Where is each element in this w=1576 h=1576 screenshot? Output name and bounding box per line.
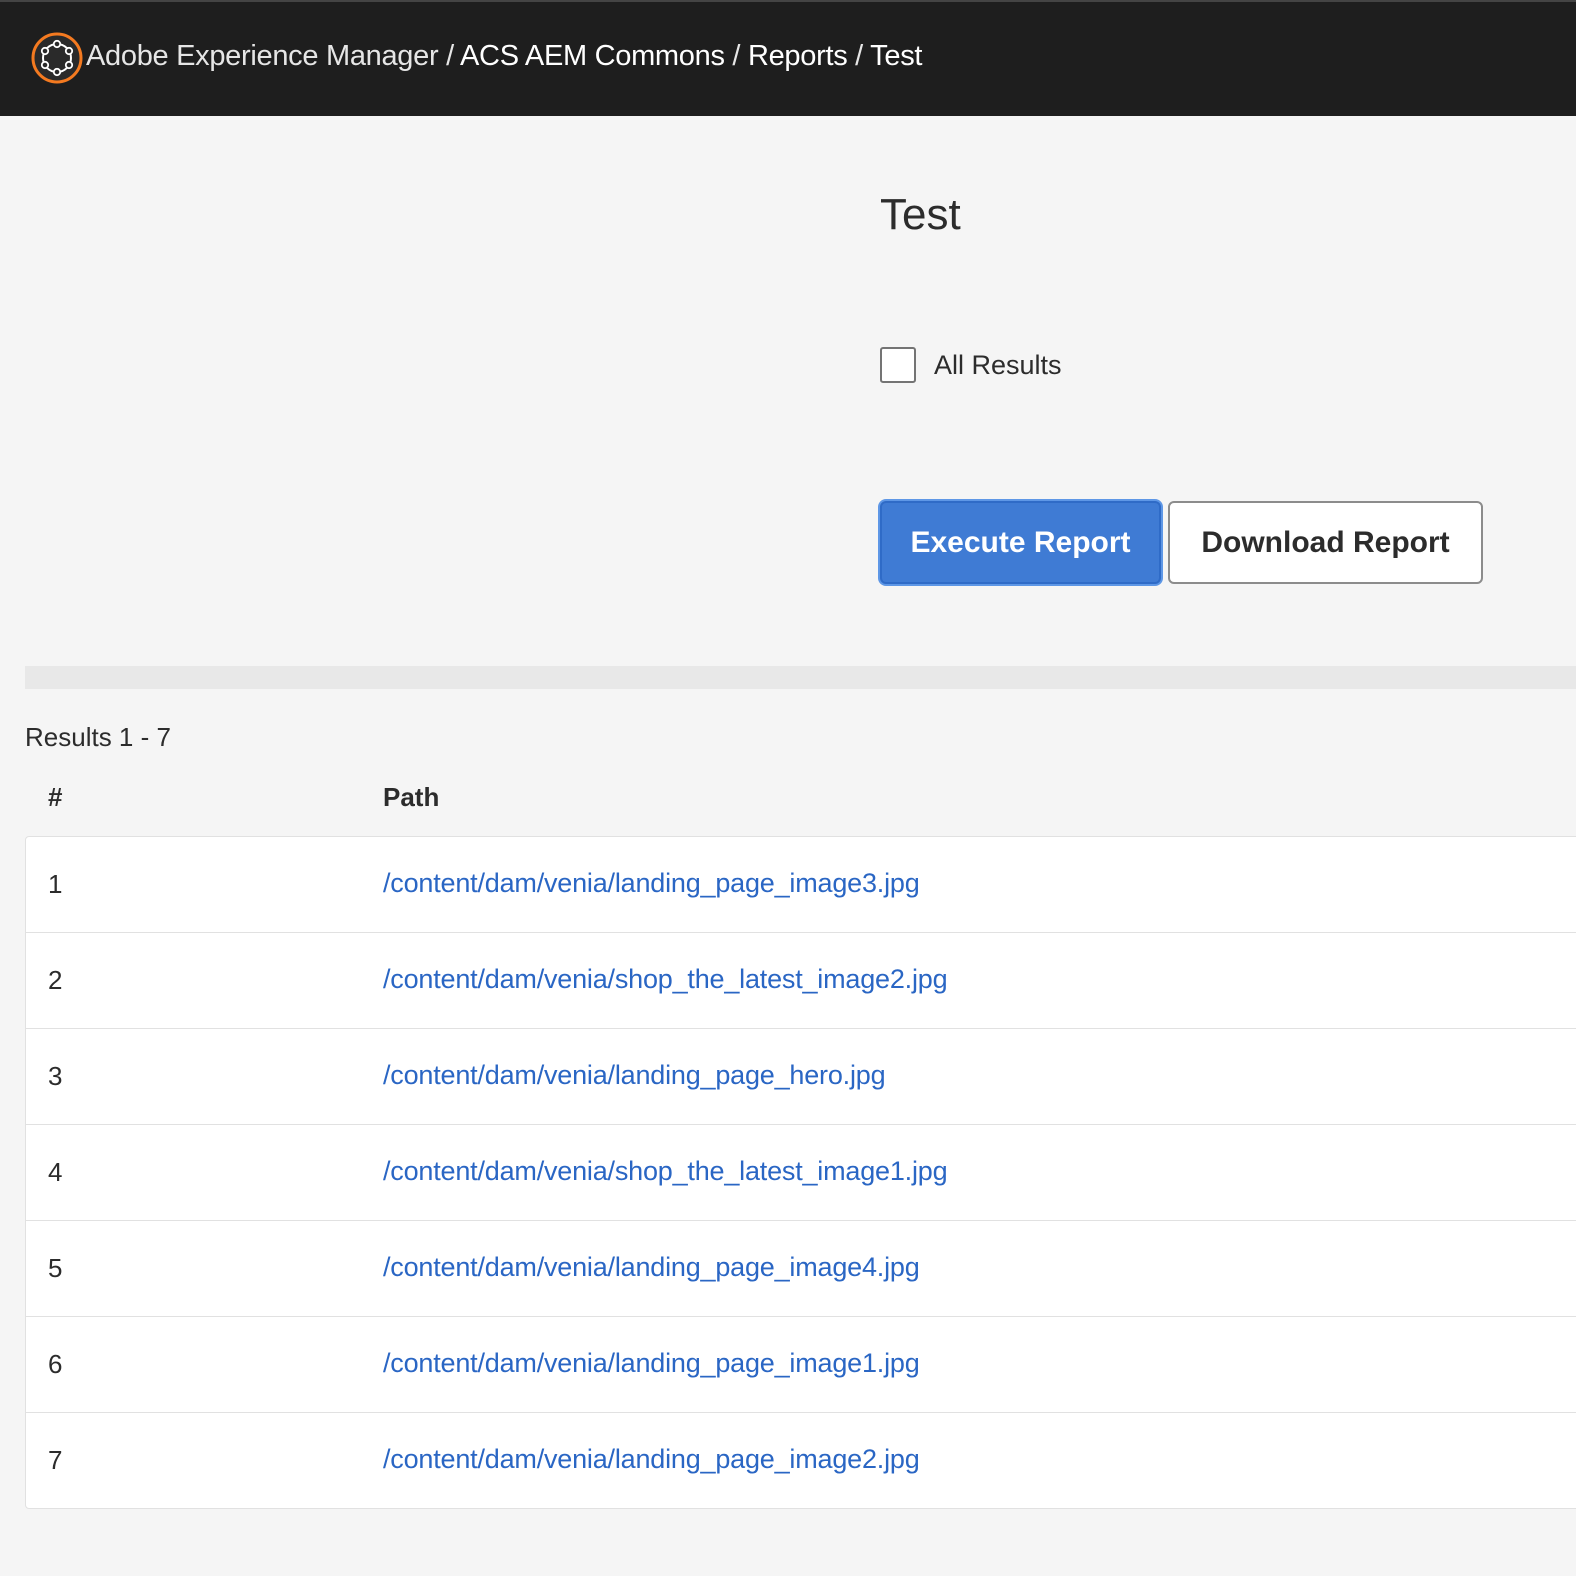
all-results-label[interactable]: All Results bbox=[934, 350, 1062, 381]
column-header-path: Path bbox=[383, 782, 440, 812]
breadcrumb: Adobe Experience Manager / ACS AEM Commo… bbox=[86, 40, 922, 73]
execute-report-button[interactable]: Execute Report bbox=[880, 501, 1161, 584]
table-row: 5 /content/dam/venia/landing_page_image4… bbox=[26, 1221, 1576, 1317]
top-bar: Adobe Experience Manager / ACS AEM Commo… bbox=[0, 0, 1576, 116]
row-number: 3 bbox=[48, 1061, 63, 1091]
table-row: 3 /content/dam/venia/landing_page_hero.j… bbox=[26, 1029, 1576, 1125]
row-number: 2 bbox=[48, 965, 63, 995]
row-number: 6 bbox=[48, 1349, 63, 1379]
table-row: 1 /content/dam/venia/landing_page_image3… bbox=[26, 837, 1576, 933]
download-report-button[interactable]: Download Report bbox=[1168, 501, 1483, 584]
breadcrumb-separator: / bbox=[446, 40, 454, 72]
breadcrumb-item-acs-aem-commons[interactable]: ACS AEM Commons bbox=[460, 40, 725, 72]
table-row: 7 /content/dam/venia/landing_page_image2… bbox=[26, 1413, 1576, 1509]
breadcrumb-app[interactable]: Adobe Experience Manager bbox=[86, 40, 439, 72]
row-number: 1 bbox=[48, 869, 63, 899]
path-link[interactable]: /content/dam/venia/landing_page_image2.j… bbox=[383, 1444, 920, 1475]
row-number: 7 bbox=[48, 1445, 63, 1475]
column-header-number: # bbox=[48, 782, 63, 812]
page-title: Test bbox=[880, 190, 961, 239]
path-link[interactable]: /content/dam/venia/shop_the_latest_image… bbox=[383, 964, 948, 995]
path-link[interactable]: /content/dam/venia/landing_page_hero.jpg bbox=[383, 1060, 886, 1091]
results-count: Results 1 - 7 bbox=[25, 722, 171, 752]
breadcrumb-item-reports[interactable]: Reports bbox=[748, 40, 848, 72]
results-table: 1 /content/dam/venia/landing_page_image3… bbox=[25, 836, 1576, 1509]
table-row: 2 /content/dam/venia/shop_the_latest_ima… bbox=[26, 933, 1576, 1029]
all-results-checkbox[interactable] bbox=[880, 347, 916, 383]
row-number: 4 bbox=[48, 1157, 63, 1187]
table-row: 6 /content/dam/venia/landing_page_image1… bbox=[26, 1317, 1576, 1413]
table-row: 4 /content/dam/venia/shop_the_latest_ima… bbox=[26, 1125, 1576, 1221]
breadcrumb-item-test: Test bbox=[870, 40, 923, 72]
breadcrumb-separator: / bbox=[855, 40, 863, 72]
all-results-option[interactable]: All Results bbox=[880, 345, 1062, 385]
section-divider bbox=[25, 666, 1576, 689]
path-link[interactable]: /content/dam/venia/landing_page_image3.j… bbox=[383, 868, 920, 899]
adobe-experience-manager-logo-icon[interactable] bbox=[31, 32, 83, 84]
path-link[interactable]: /content/dam/venia/shop_the_latest_image… bbox=[383, 1156, 948, 1187]
path-link[interactable]: /content/dam/venia/landing_page_image1.j… bbox=[383, 1348, 920, 1379]
path-link[interactable]: /content/dam/venia/landing_page_image4.j… bbox=[383, 1252, 920, 1283]
row-number: 5 bbox=[48, 1253, 63, 1283]
breadcrumb-separator: / bbox=[732, 40, 741, 72]
